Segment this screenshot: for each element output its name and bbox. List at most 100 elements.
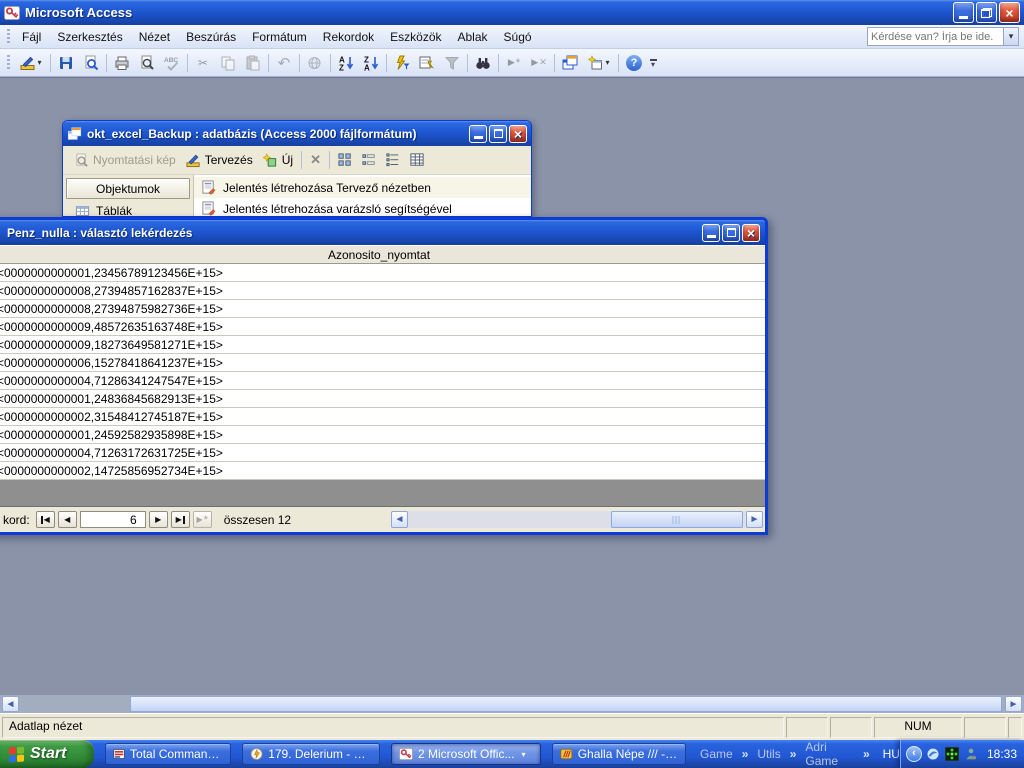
menu-beszuras[interactable]: Beszúrás	[178, 26, 244, 48]
tray-collapse-icon[interactable]: ‹	[906, 746, 922, 762]
scroll-right-icon[interactable]: ►	[1005, 696, 1022, 712]
menu-fajl[interactable]: Fájl	[14, 26, 49, 48]
apply-filter-button[interactable]	[440, 52, 464, 74]
menu-ablak[interactable]: Ablak	[450, 26, 496, 48]
db-delete-button[interactable]: ✕	[306, 150, 325, 170]
db-print-preview-button[interactable]: Nyomtatási kép	[70, 151, 180, 170]
cell-azonosito[interactable]: <0000000000002,31548412745187E+15>	[0, 410, 223, 424]
table-row[interactable]: <0000000000009,18273649581271E+15>	[0, 336, 765, 354]
help-button[interactable]: ?	[622, 52, 646, 74]
database-window-button[interactable]	[558, 52, 582, 74]
taskbar-task-total-commander[interactable]: Total Commander ...	[105, 743, 231, 765]
chevron-icon[interactable]: »	[790, 747, 797, 761]
cell-azonosito[interactable]: <0000000000001,24836845682913E+15>	[0, 392, 223, 406]
workspace-horizontal-scrollbar[interactable]: ◄ ►	[0, 695, 1024, 713]
new-record-button[interactable]: ▶*	[193, 511, 212, 528]
objects-header-button[interactable]: Objektumok	[66, 178, 190, 199]
cell-azonosito[interactable]: <0000000000001,24592582935898E+15>	[0, 428, 223, 442]
cell-azonosito[interactable]: <0000000000002,14725856952734E+15>	[0, 464, 223, 478]
task-group-dropdown-icon[interactable]: ▾	[521, 750, 525, 759]
menubar-grip[interactable]	[7, 29, 10, 45]
taskbar-clock[interactable]: 18:33	[987, 747, 1017, 761]
toolbar-options-icon[interactable]: ▾	[647, 52, 659, 74]
toolbar-game[interactable]: Game	[700, 747, 733, 761]
new-record-button[interactable]: ▶*	[502, 52, 526, 74]
menu-nezet[interactable]: Nézet	[131, 26, 178, 48]
db-maximize-button[interactable]	[489, 125, 507, 143]
sort-ascending-button[interactable]: AZ	[334, 52, 358, 74]
sort-descending-button[interactable]: ZA	[359, 52, 383, 74]
print-button[interactable]	[110, 52, 134, 74]
toolbar-adri-game[interactable]: Adri Game	[805, 740, 854, 768]
new-object-dropdown-icon[interactable]: ▾	[605, 58, 609, 67]
file-search-button[interactable]	[79, 52, 103, 74]
find-button[interactable]	[471, 52, 495, 74]
chevron-icon[interactable]: »	[863, 747, 870, 761]
sidebar-item-tablak[interactable]: Táblák	[66, 199, 190, 217]
cell-azonosito[interactable]: <0000000000008,27394857162837E+15>	[0, 284, 223, 298]
scrollbar-thumb[interactable]	[611, 511, 743, 528]
table-row[interactable]: <0000000000002,14725856952734E+15>	[0, 462, 765, 480]
db-minimize-button[interactable]	[469, 125, 487, 143]
menu-sugo[interactable]: Súgó	[496, 26, 540, 48]
list-item-report-design[interactable]: Jelentés létrehozása Tervező nézetben	[194, 177, 531, 198]
tray-messenger-icon[interactable]	[964, 747, 979, 762]
datasheet-horizontal-scrollbar[interactable]: ◄ ►	[391, 511, 763, 528]
column-header-azonosito-nyomtat[interactable]: Azonosito_nyomtat	[0, 245, 765, 264]
table-row[interactable]: <0000000000004,71286341247547E+15>	[0, 372, 765, 390]
db-details-button[interactable]	[406, 151, 428, 169]
filter-by-selection-button[interactable]	[390, 52, 414, 74]
toolbar-utils[interactable]: Utils	[757, 747, 780, 761]
query-maximize-button[interactable]	[722, 224, 740, 242]
table-row[interactable]: <0000000000009,48572635163748E+15>	[0, 318, 765, 336]
scrollbar-thumb[interactable]	[130, 696, 1002, 712]
taskbar-task-delerium[interactable]: 179. Delerium - Eu...	[242, 743, 380, 765]
database-window-titlebar[interactable]: okt_excel_Backup : adatbázis (Access 200…	[63, 121, 531, 146]
close-button[interactable]: ×	[999, 2, 1020, 23]
first-record-button[interactable]: ◀	[36, 511, 55, 528]
next-record-button[interactable]: ▶	[149, 511, 168, 528]
menu-formatum[interactable]: Formátum	[244, 26, 315, 48]
copy-button[interactable]	[216, 52, 240, 74]
view-dropdown-icon[interactable]: ▾	[37, 58, 41, 67]
toolbar-grip[interactable]	[7, 55, 10, 71]
cell-azonosito[interactable]: <0000000000004,71263172631725E+15>	[0, 446, 223, 460]
print-preview-button[interactable]	[135, 52, 159, 74]
cell-azonosito[interactable]: <0000000000006,15278418641237E+15>	[0, 356, 223, 370]
tray-media-icon[interactable]	[926, 747, 941, 762]
menu-szerkesztes[interactable]: Szerkesztés	[49, 26, 130, 48]
list-item-report-wizard[interactable]: Jelentés létrehozása varázsló segítségév…	[194, 198, 531, 217]
current-record-input[interactable]	[80, 511, 146, 528]
tray-app-icon[interactable]	[945, 747, 960, 762]
scroll-right-icon[interactable]: ►	[746, 511, 763, 528]
delete-record-button[interactable]: ▶✕	[527, 52, 551, 74]
language-indicator[interactable]: HU	[883, 747, 900, 761]
filter-by-form-button[interactable]	[415, 52, 439, 74]
db-close-button[interactable]: ×	[509, 125, 527, 143]
taskbar-task-ghalla-nepe[interactable]: Ghalla Népe /// - M...	[552, 743, 686, 765]
cell-azonosito[interactable]: <0000000000009,18273649581271E+15>	[0, 338, 223, 352]
db-small-icons-button[interactable]	[358, 151, 380, 169]
table-row[interactable]: <0000000000001,24592582935898E+15>	[0, 426, 765, 444]
cell-azonosito[interactable]: <0000000000004,71286341247547E+15>	[0, 374, 223, 388]
table-row[interactable]: <0000000000006,15278418641237E+15>	[0, 354, 765, 372]
cut-button[interactable]: ✂	[191, 52, 215, 74]
query-window-titlebar[interactable]: Penz_nulla : választó lekérdezés ×	[0, 220, 765, 245]
table-row[interactable]: <0000000000004,71263172631725E+15>	[0, 444, 765, 462]
taskbar-task-microsoft-office[interactable]: 2 Microsoft Offic... ▾	[391, 743, 541, 765]
table-row[interactable]: <0000000000001,23456789123456E+15>	[0, 264, 765, 282]
table-row[interactable]: <0000000000008,27394857162837E+15>	[0, 282, 765, 300]
scroll-left-icon[interactable]: ◄	[391, 511, 408, 528]
menu-eszkozok[interactable]: Eszközök	[382, 26, 449, 48]
minimize-button[interactable]	[953, 2, 974, 23]
table-row[interactable]: <0000000000002,31548412745187E+15>	[0, 408, 765, 426]
undo-button[interactable]: ↶	[272, 52, 296, 74]
scroll-left-icon[interactable]: ◄	[2, 696, 19, 712]
last-record-button[interactable]: ▶	[171, 511, 190, 528]
table-row[interactable]: <0000000000008,27394875982736E+15>	[0, 300, 765, 318]
spelling-button[interactable]: ABC	[160, 52, 184, 74]
start-button[interactable]: Start	[0, 740, 94, 768]
help-question-input[interactable]	[868, 29, 1003, 45]
cell-azonosito[interactable]: <0000000000008,27394875982736E+15>	[0, 302, 223, 316]
db-design-button[interactable]: Tervezés	[182, 151, 257, 170]
